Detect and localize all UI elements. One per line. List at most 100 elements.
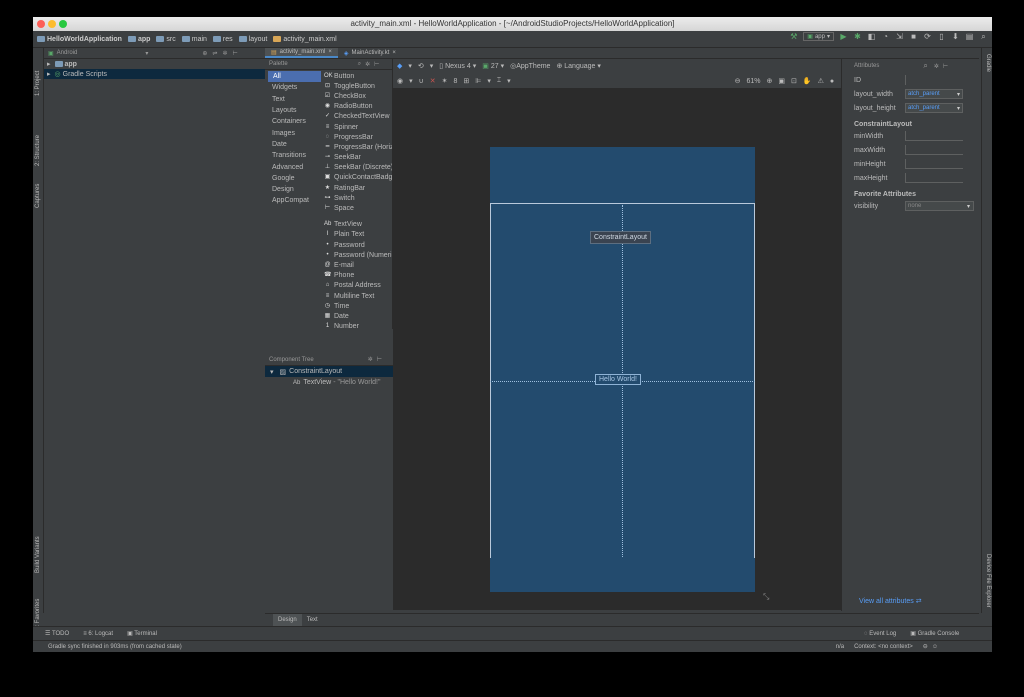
palette-widget[interactable]: ⌂ Postal Address [324, 281, 392, 291]
magnet-icon[interactable]: ∪ [419, 77, 424, 85]
sdk-manager-icon[interactable]: ⬇ [951, 32, 960, 41]
tab-design[interactable]: Design [273, 614, 302, 626]
gear-icon[interactable]: ✲ [368, 356, 373, 363]
search-icon[interactable]: ⌕ [358, 61, 361, 68]
close-icon[interactable]: × [392, 50, 396, 56]
id-field[interactable] [905, 75, 963, 85]
tab-text[interactable]: Text [302, 614, 323, 626]
tab-main-activity[interactable]: ◈ MainActivity.kt × [338, 48, 402, 58]
layout-width-select[interactable]: atch_parent ▾ [905, 89, 963, 99]
zoom-fit-icon[interactable]: ▣ [778, 77, 785, 85]
palette-widget[interactable]: ✓ CheckedTextView [324, 112, 392, 122]
palette-category[interactable]: Text [265, 94, 321, 105]
palette-widget[interactable]: @ E-mail [324, 260, 392, 270]
palette-widget[interactable]: ☎ Phone [324, 271, 392, 281]
expand-arrow-icon[interactable]: ▸ [47, 70, 51, 78]
palette-widget[interactable]: ◷ Time [324, 301, 392, 311]
view-all-attributes-link[interactable]: View all attributes ⇄ [859, 597, 922, 605]
palette-widget[interactable]: ⊥ SeekBar (Discrete) [324, 163, 392, 173]
api-select[interactable]: ▣ 27 ▾ [482, 62, 504, 70]
zoom-window-button[interactable] [59, 20, 67, 28]
tool-terminal[interactable]: ▣ Terminal [127, 630, 157, 637]
minimize-window-button[interactable] [48, 20, 56, 28]
palette-category[interactable]: Widgets [265, 82, 321, 93]
palette-widget[interactable]: ⊢ Space [324, 203, 392, 213]
chevron-down-icon[interactable]: ▾ [145, 50, 148, 57]
tool-gradle-console[interactable]: ▣ Gradle Console [910, 630, 959, 637]
palette-widget[interactable]: Ab TextView [324, 220, 392, 230]
profile-icon[interactable]: ◔ [881, 32, 890, 41]
theme-select[interactable]: ◎AppTheme [510, 62, 550, 70]
maxheight-field[interactable] [905, 173, 963, 183]
breadcrumb-res[interactable]: res [212, 36, 233, 43]
expand-arrow-icon[interactable]: ▸ [47, 60, 51, 68]
scroll-from-source-icon[interactable]: ⊕ [202, 50, 207, 57]
coverage-icon[interactable]: ◧ [867, 32, 876, 41]
palette-widget[interactable]: • Password [324, 240, 392, 250]
tool-todo[interactable]: ☰ TODO [45, 630, 69, 637]
debug-icon[interactable]: ✱ [853, 32, 862, 41]
palette-widget[interactable]: ◌ ProgressBar [324, 132, 392, 142]
clear-constraints-icon[interactable]: ✕ [430, 77, 436, 85]
layout-height-select[interactable]: atch_parent ▾ [905, 103, 963, 113]
hello-world-textview[interactable]: Hello World! [595, 374, 641, 385]
palette-widget[interactable]: ◉ RadioButton [324, 102, 392, 112]
search-icon[interactable]: ⌕ [979, 32, 988, 41]
palette-category[interactable]: Layouts [265, 105, 321, 116]
breadcrumb-main[interactable]: main [181, 36, 207, 43]
tree-item-gradle-scripts[interactable]: ▸ ◎ Gradle Scripts [44, 69, 265, 79]
design-canvas[interactable]: ConstraintLayout Hello World! ⤡ [393, 88, 841, 610]
hide-panel-icon[interactable]: ⊢ [232, 50, 237, 57]
android-monitor-icon[interactable]: ▤ [965, 32, 974, 41]
pan-icon[interactable]: ✋ [803, 77, 812, 85]
palette-category[interactable]: Containers [265, 116, 321, 127]
palette-widget[interactable]: ⊡ ToggleButton [324, 81, 392, 91]
tree-node-constraintlayout[interactable]: ▾ ▨ ConstraintLayout [265, 366, 393, 377]
palette-widget[interactable]: ≡ Multiline Text [324, 291, 392, 301]
inspector-icon[interactable]: ☺ [932, 644, 938, 650]
breadcrumb-project[interactable]: HelloWorldApplication [37, 36, 122, 43]
palette-category[interactable]: Google [265, 173, 321, 184]
tool-device-file-explorer[interactable]: Device File Explorer [985, 554, 991, 608]
tool-logcat[interactable]: ≡ 6: Logcat [83, 631, 113, 637]
warning-icon[interactable]: ⚠ [818, 77, 824, 85]
hide-panel-icon[interactable]: ⊢ [374, 61, 379, 68]
device-select[interactable]: ▯ Nexus 4 ▾ [439, 62, 476, 70]
palette-category[interactable]: Images [265, 127, 321, 138]
language-select[interactable]: ⊕ Language ▾ [556, 62, 600, 70]
info-icon[interactable]: ● [830, 78, 834, 85]
palette-category[interactable]: AppCompat [265, 195, 321, 206]
run-icon[interactable]: ▶ [839, 32, 848, 41]
palette-widget[interactable]: ⊸ SeekBar [324, 153, 392, 163]
orientation-icon[interactable]: ⟲ [418, 62, 424, 70]
gear-icon[interactable]: ✲ [365, 61, 370, 68]
guidelines-icon[interactable]: ⌶ [497, 77, 501, 85]
hide-panel-icon[interactable]: ⊢ [943, 63, 948, 70]
eye-icon[interactable]: ◉ [397, 77, 403, 85]
tool-structure[interactable]: 2: Structure [35, 135, 41, 166]
hide-panel-icon[interactable]: ⊢ [377, 356, 382, 363]
visibility-select[interactable]: none ▾ [905, 201, 974, 211]
tree-item-app[interactable]: ▸ app [44, 59, 265, 69]
close-icon[interactable]: × [328, 49, 332, 55]
status-context[interactable]: Context: <no context> [854, 644, 913, 650]
minheight-field[interactable] [905, 159, 963, 169]
tool-gradle[interactable]: Gradle [985, 54, 991, 72]
palette-widget[interactable]: • Password (Numeric) [324, 250, 392, 260]
sync-icon[interactable]: ⟳ [923, 32, 932, 41]
avd-manager-icon[interactable]: ▯ [937, 32, 946, 41]
tree-node-textview[interactable]: Ab TextView - "Hello World!" [265, 377, 393, 388]
palette-widget[interactable]: ☑ CheckBox [324, 91, 392, 101]
breadcrumb-file[interactable]: activity_main.xml [273, 36, 337, 43]
zoom-in-icon[interactable]: ⊕ [767, 77, 773, 85]
stop-icon[interactable]: ■ [909, 32, 918, 41]
tool-captures[interactable]: Captures [35, 184, 41, 208]
palette-widget[interactable]: ≡ Spinner [324, 122, 392, 132]
device-blueprint[interactable]: ConstraintLayout Hello World! [490, 147, 755, 592]
project-view-mode[interactable]: Android [57, 50, 78, 56]
gear-icon[interactable]: ✲ [934, 63, 939, 70]
palette-widget[interactable]: ▦ Date [324, 311, 392, 321]
palette-widget[interactable]: ⊶ Switch [324, 193, 392, 203]
zoom-out-icon[interactable]: ⊖ [735, 77, 741, 85]
breadcrumb-app[interactable]: app [127, 36, 150, 43]
